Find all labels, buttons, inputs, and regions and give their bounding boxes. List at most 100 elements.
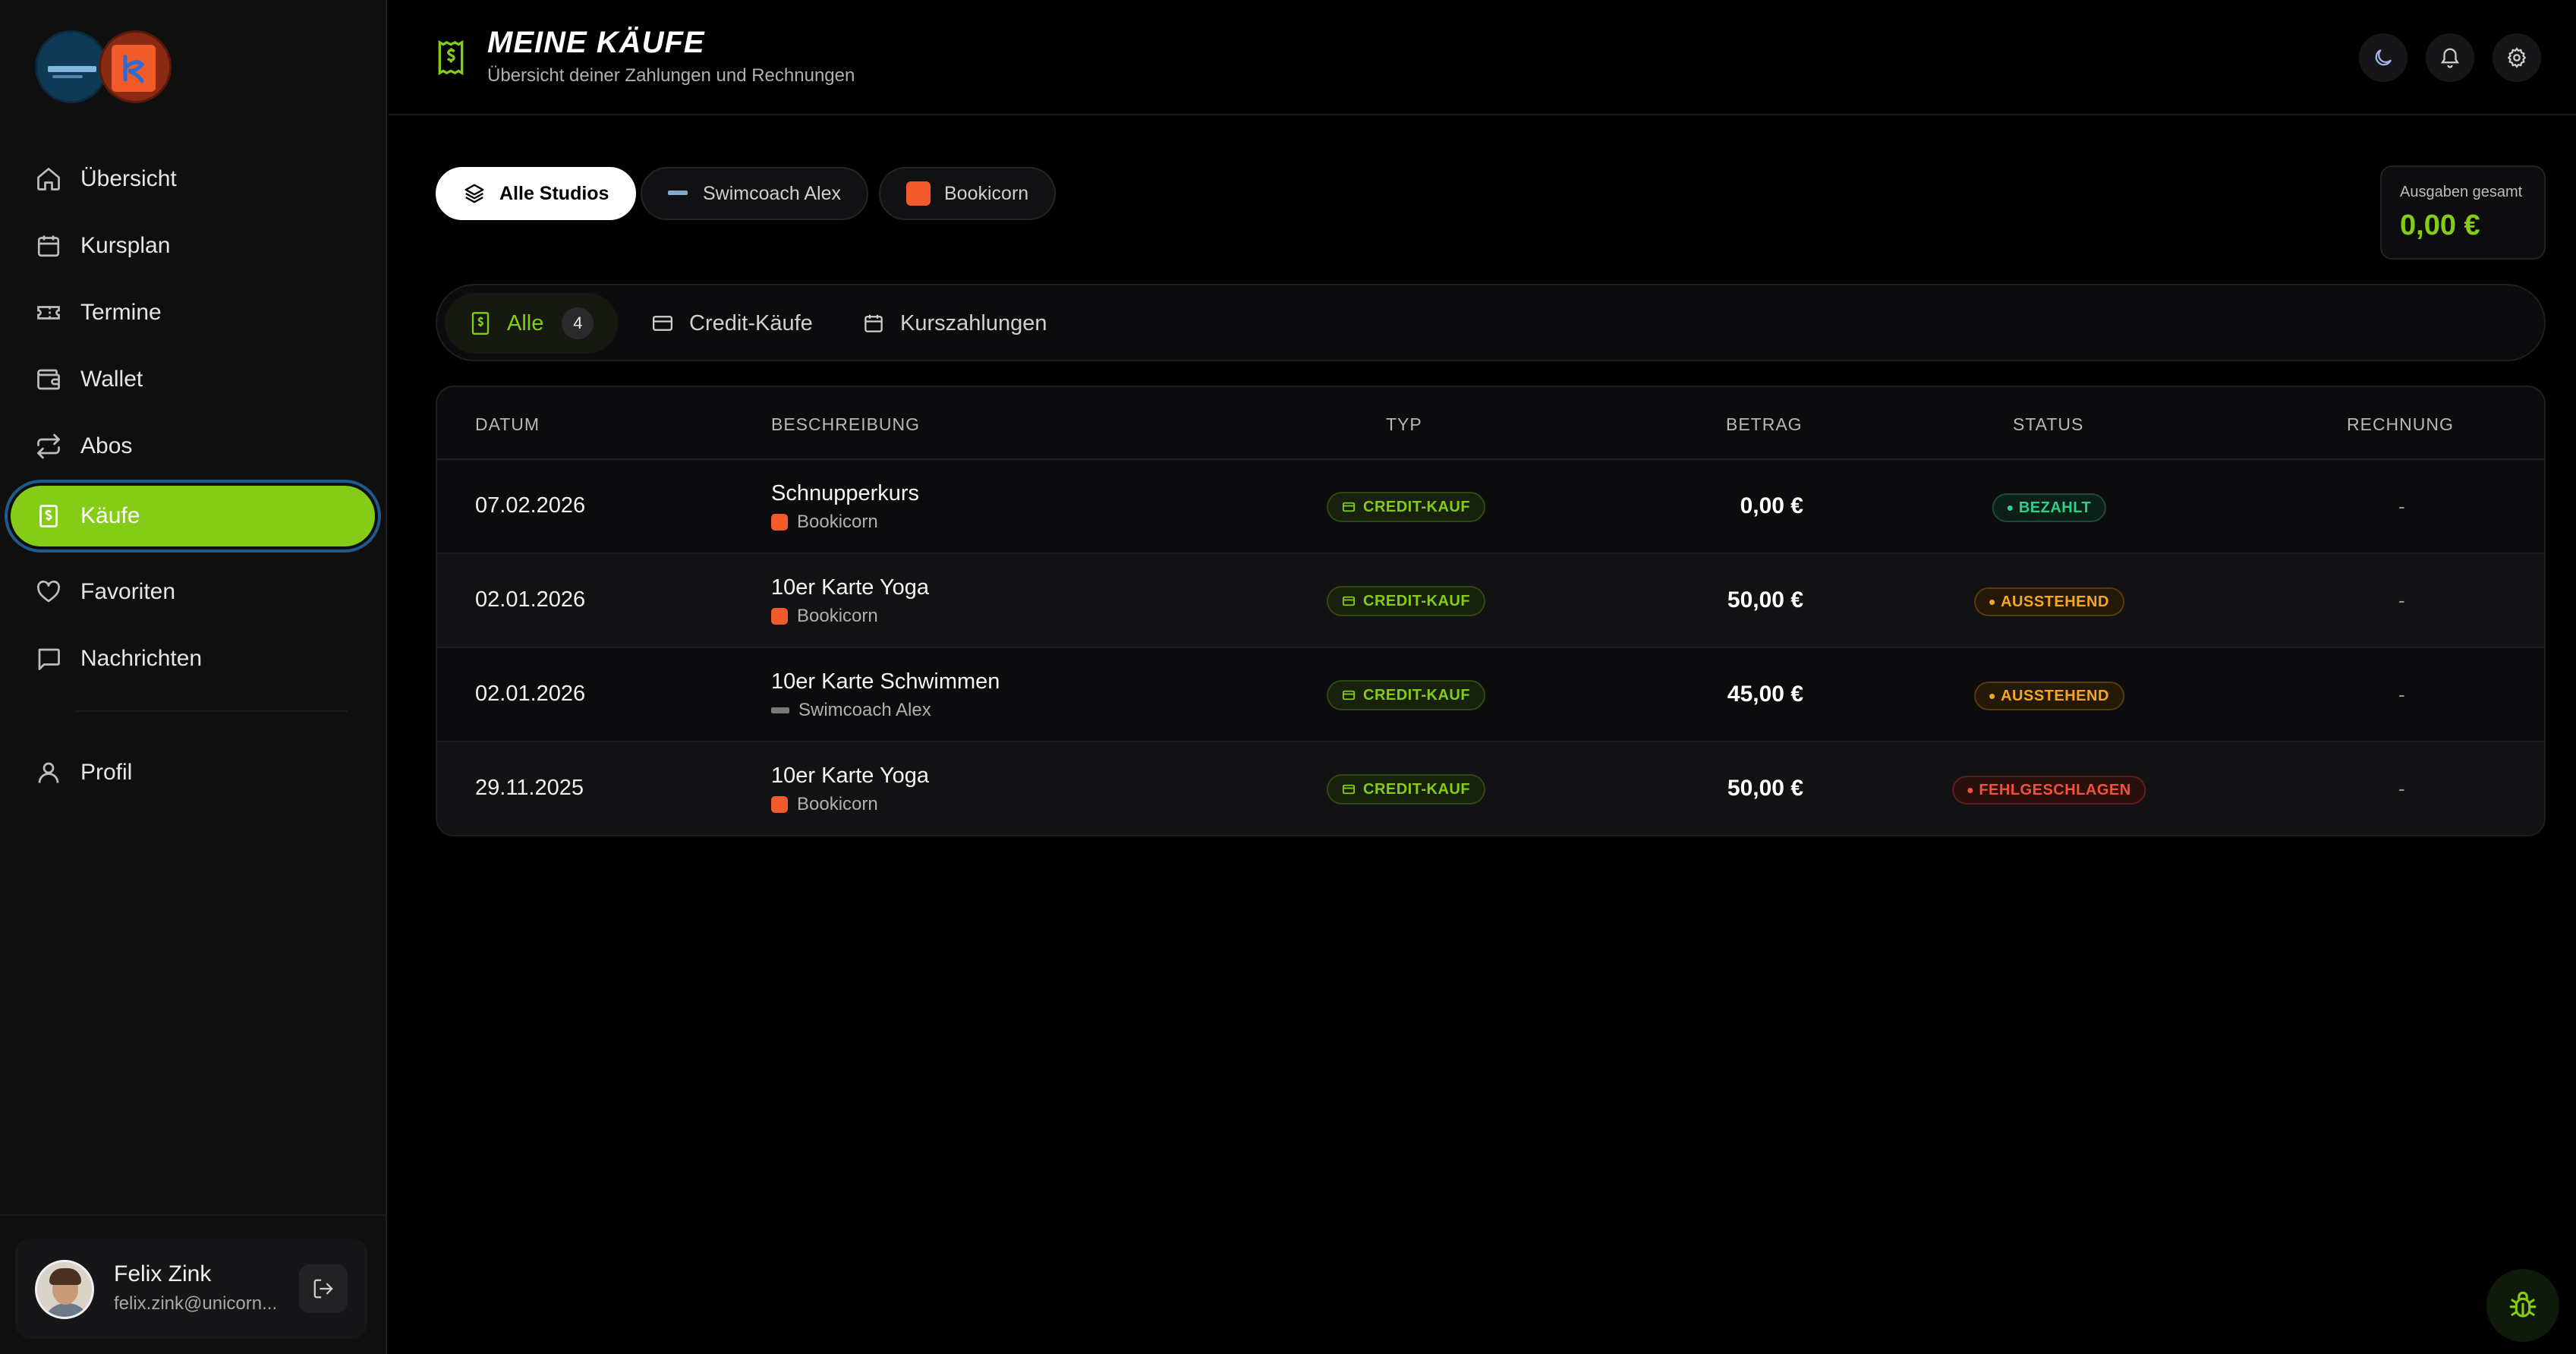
type-badge: CREDIT-KAUF (1327, 680, 1486, 710)
tab-label: Kurszahlungen (900, 310, 1047, 335)
column-header-type: TYP (1386, 414, 1422, 434)
column-header-description: BESCHREIBUNG (771, 414, 921, 434)
swimcoach-logo (668, 187, 689, 200)
table-row[interactable]: 02.01.2026 10er Karte Schwimmen Swimcoach … (437, 648, 2544, 742)
sidebar-item-nachrichten[interactable]: Nachrichten (11, 628, 375, 689)
sidebar-item-uebersicht[interactable]: Übersicht (11, 149, 375, 209)
purchase-date: 07.02.2026 (475, 493, 586, 518)
studio-filter-label: Alle Studios (499, 182, 609, 204)
settings-button[interactable] (2493, 33, 2541, 82)
studio-name: Swimcoach Alex (798, 700, 931, 720)
tab-kurszahlungen[interactable]: Kurszahlungen (838, 293, 1071, 354)
status-badge: AUSSTEHEND (1974, 587, 2124, 616)
sidebar-item-label: Übersicht (80, 166, 177, 191)
status-dot (1989, 693, 1995, 699)
studio-name: Bookicorn (797, 606, 878, 626)
gear-icon (2507, 47, 2527, 68)
purchase-date: 02.01.2026 (475, 682, 586, 706)
purchase-studio: Bookicorn (771, 606, 878, 627)
invoice-cell[interactable]: - (2398, 589, 2405, 612)
column-header-invoice: RECHNUNG (2347, 414, 2454, 434)
purchase-date: 29.11.2025 (475, 776, 584, 800)
sidebar-item-label: Kursplan (80, 233, 171, 258)
tab-credit-kaeufe[interactable]: Credit-Käufe (627, 293, 837, 354)
sidebar-item-label: Termine (80, 300, 162, 325)
repeat-icon (37, 433, 60, 459)
sidebar-item-kursplan[interactable]: Kursplan (11, 216, 375, 276)
main-nav: Übersicht Kursplan Termine Wallet Abos K… (11, 149, 375, 695)
type-label: CREDIT-KAUF (1363, 780, 1471, 798)
table-row[interactable]: 02.01.2026 10er Karte Yoga Bookicorn CREDIT… (437, 554, 2544, 648)
page-title: MEINE KÄUFE (487, 26, 705, 59)
sidebar-item-profil[interactable]: Profil (11, 742, 375, 803)
page-subtitle: Übersicht deiner Zahlungen und Rechnunge… (487, 65, 855, 86)
user-email: felix.zink@unicorn... (114, 1293, 278, 1314)
status-label: AUSSTEHEND (2001, 593, 2109, 610)
type-label: CREDIT-KAUF (1363, 686, 1471, 704)
heart-icon (37, 581, 60, 603)
studio-filter-bookicorn[interactable]: Bookicorn (879, 167, 1057, 220)
invoice-cell[interactable]: - (2398, 495, 2405, 518)
studio-filter-all[interactable]: Alle Studios (436, 167, 637, 220)
bookicorn-logo (771, 514, 788, 531)
moon-icon (2375, 49, 2392, 66)
status-dot (1989, 599, 1995, 605)
bookicorn-logo (771, 796, 788, 813)
purchase-title: Schnupperkurs (771, 481, 920, 505)
table-row[interactable]: 07.02.2026 Schnupperkurs Bookicorn CREDIT-K… (437, 460, 2544, 554)
receipt-icon (471, 312, 490, 335)
sidebar-item-label: Abos (80, 433, 133, 458)
sidebar-item-termine[interactable]: Termine (11, 282, 375, 343)
bookicorn-logo (906, 181, 931, 206)
total-spent-card: Ausgaben gesamt 0,00 € (2380, 165, 2546, 260)
notifications-button[interactable] (2426, 33, 2474, 82)
column-header-status: STATUS (2013, 414, 2084, 434)
type-badge: CREDIT-KAUF (1327, 774, 1486, 805)
purchase-amount: 45,00 € (1727, 682, 1803, 707)
sidebar-item-favoriten[interactable]: Favoriten (11, 562, 375, 622)
user-name: Felix Zink (114, 1261, 212, 1286)
studio-filter-swimcoach[interactable]: Swimcoach Alex (641, 167, 869, 220)
dark-mode-toggle[interactable] (2359, 33, 2408, 82)
status-badge: AUSSTEHEND (1974, 682, 2124, 710)
credit-card-icon (1342, 690, 1356, 701)
nav-divider (76, 710, 348, 712)
status-label: AUSSTEHEND (2001, 687, 2109, 704)
type-label: CREDIT-KAUF (1363, 592, 1471, 609)
credit-card-icon (1342, 502, 1356, 512)
calendar-icon (864, 314, 883, 332)
logout-button[interactable] (299, 1264, 348, 1313)
layers-icon (464, 184, 484, 203)
studio-name: Bookicorn (797, 512, 878, 532)
sidebar-item-label: Nachrichten (80, 646, 203, 671)
swimcoach-logo[interactable] (35, 30, 108, 103)
status-dot (2007, 505, 2013, 511)
bookicorn-logo (771, 608, 788, 625)
total-spent-value: 0,00 € (2400, 209, 2480, 241)
avatar[interactable] (35, 1260, 94, 1319)
purchase-type-tabs: Alle 4 Credit-Käufe Kurszahlungen (436, 284, 2546, 361)
tab-alle[interactable]: Alle 4 (445, 293, 619, 354)
ticket-icon (37, 306, 60, 320)
column-header-date: DATUM (475, 414, 540, 434)
sidebar-item-label: Favoriten (80, 579, 176, 604)
sidebar-item-wallet[interactable]: Wallet (11, 349, 375, 410)
bug-icon (2509, 1291, 2537, 1318)
table-row[interactable]: 29.11.2025 10er Karte Yoga Bookicorn CREDIT… (437, 742, 2544, 835)
sidebar-item-abos[interactable]: Abos (11, 416, 375, 477)
bookicorn-logo[interactable] (99, 30, 172, 103)
sidebar-item-label: Profil (80, 760, 133, 785)
calendar-icon (37, 235, 60, 257)
studio-filter-label: Swimcoach Alex (703, 182, 842, 204)
debug-button[interactable] (2486, 1269, 2559, 1342)
sidebar-item-kaeufe[interactable]: Käufe (11, 486, 375, 546)
status-dot (1967, 787, 1973, 793)
divider (0, 1214, 387, 1216)
invoice-cell[interactable]: - (2398, 777, 2405, 801)
table-header: DATUM BESCHREIBUNG TYP BETRAG STATUS REC… (437, 387, 2544, 460)
studio-logos[interactable] (35, 30, 172, 106)
purchase-studio: Bookicorn (771, 512, 878, 533)
message-icon (38, 648, 60, 670)
invoice-cell[interactable]: - (2398, 683, 2405, 707)
status-badge: BEZAHLT (1992, 493, 2107, 522)
